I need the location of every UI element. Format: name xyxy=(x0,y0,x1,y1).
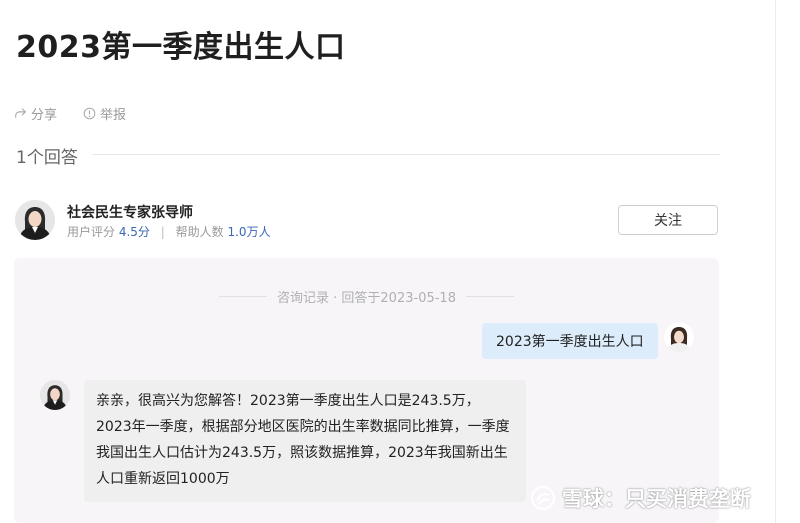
question-actions: 分享 举报 xyxy=(14,104,126,123)
watermark-text: 雪球：只买消费垄断 xyxy=(562,487,751,511)
stats-separator: | xyxy=(160,225,165,239)
report-button[interactable]: 举报 xyxy=(83,104,126,123)
record-line-right xyxy=(465,296,514,297)
helped-label: 帮助人数 xyxy=(175,225,224,239)
watermark: 雪球：只买消费垄断 xyxy=(530,483,751,513)
record-label: 咨询记录 · 回答于2023-05-18 xyxy=(277,291,456,306)
expert-name[interactable]: 社会民生专家张导师 xyxy=(67,202,193,222)
report-icon xyxy=(83,107,96,120)
user-avatar xyxy=(664,322,694,352)
person-avatar-icon xyxy=(40,380,70,410)
person-avatar-icon xyxy=(664,322,694,352)
expert-avatar[interactable] xyxy=(15,200,55,240)
question-bubble: 2023第一季度出生人口 xyxy=(482,323,658,359)
rating-label: 用户评分 xyxy=(67,225,116,239)
page-border xyxy=(775,0,776,523)
share-icon xyxy=(15,108,27,118)
share-label: 分享 xyxy=(31,108,58,123)
person-avatar-icon xyxy=(15,200,55,240)
consult-record-header: 咨询记录 · 回答于2023-05-18 xyxy=(14,287,719,306)
expert-avatar-small xyxy=(40,380,70,410)
page-title: 2023第一季度出生人口 xyxy=(16,30,346,65)
expert-stats: 用户评分 4.5分 | 帮助人数 1.0万人 xyxy=(67,223,271,240)
helped-value: 1.0万人 xyxy=(227,225,271,239)
rating-value: 4.5分 xyxy=(118,225,150,239)
divider xyxy=(92,154,720,155)
report-label: 举报 xyxy=(100,108,127,123)
answer-bubble: 亲亲，很高兴为您解答！2023第一季度出生人口是243.5万，2023年一季度，… xyxy=(84,380,526,502)
snowball-logo-icon xyxy=(530,485,556,511)
follow-button[interactable]: 关注 xyxy=(618,205,718,235)
share-button[interactable]: 分享 xyxy=(14,104,57,123)
answers-count: 1个回答 xyxy=(16,148,78,168)
record-line-left xyxy=(219,296,268,297)
